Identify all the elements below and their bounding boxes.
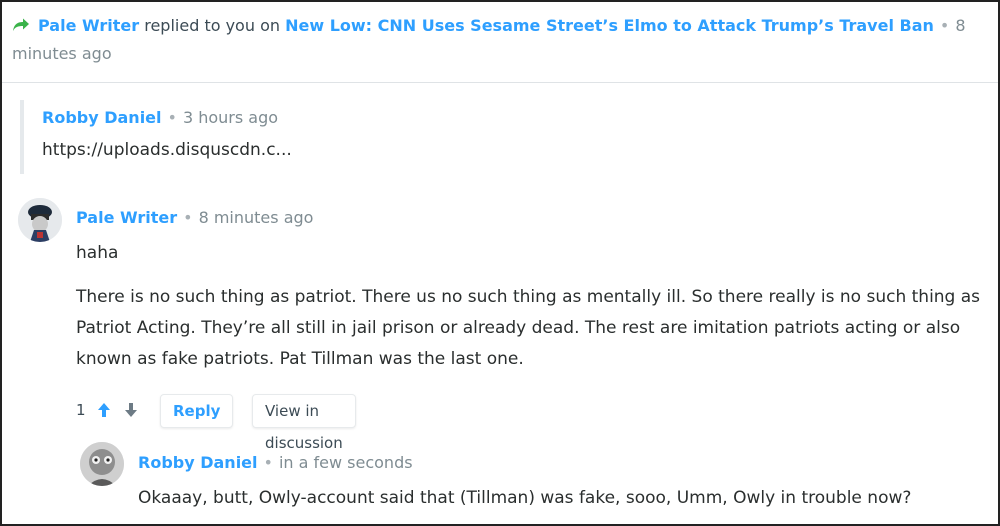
upvote-arrow-icon[interactable] bbox=[96, 401, 112, 419]
comment-time[interactable]: 8 minutes ago bbox=[199, 208, 314, 227]
quoted-comment: Robby Daniel • 3 hours ago https://uploads… bbox=[20, 100, 620, 174]
avatar-pale-writer[interactable] bbox=[18, 198, 62, 242]
comment-first-line: haha bbox=[76, 243, 119, 263]
notification-header: Pale Writer replied to you on New Low: C… bbox=[12, 12, 982, 68]
reply-button[interactable]: Reply bbox=[160, 394, 234, 428]
quoted-text[interactable]: https://uploads.disquscdn.c... bbox=[42, 140, 292, 160]
quoted-meta: Robby Daniel • 3 hours ago bbox=[42, 108, 278, 127]
divider bbox=[2, 82, 998, 83]
draft-reply-time: in a few seconds bbox=[278, 453, 413, 472]
separator-dot: • bbox=[263, 453, 273, 472]
notification-card: Pale Writer replied to you on New Low: C… bbox=[0, 0, 1000, 526]
quoted-author-link[interactable]: Robby Daniel bbox=[42, 108, 162, 127]
vote-controls: 1 bbox=[76, 401, 139, 419]
vote-count: 1 bbox=[76, 401, 86, 419]
draft-reply-meta: Robby Daniel • in a few seconds bbox=[138, 453, 413, 472]
draft-reply-author-link[interactable]: Robby Daniel bbox=[138, 453, 258, 472]
comment-body: There is no such thing as patriot. There… bbox=[76, 287, 981, 369]
notification-action-text: replied to you on bbox=[144, 16, 280, 35]
separator-dot: • bbox=[939, 16, 950, 35]
draft-reply-text: Okaaay, butt, Owly-account said that (Ti… bbox=[138, 488, 912, 508]
view-in-discussion-button[interactable]: View in discussion bbox=[252, 394, 356, 452]
separator-dot: • bbox=[167, 108, 177, 127]
comment-author-link[interactable]: Pale Writer bbox=[76, 208, 177, 227]
separator-dot: • bbox=[183, 208, 193, 227]
notification-user-link[interactable]: Pale Writer bbox=[38, 16, 139, 35]
article-link[interactable]: New Low: CNN Uses Sesame Street’s Elmo t… bbox=[285, 16, 934, 35]
avatar-robby-daniel[interactable] bbox=[80, 442, 124, 486]
downvote-arrow-icon[interactable] bbox=[123, 401, 139, 419]
quoted-time[interactable]: 3 hours ago bbox=[183, 108, 278, 127]
comment-meta: Pale Writer • 8 minutes ago bbox=[76, 208, 313, 227]
reply-arrow-icon bbox=[12, 13, 30, 31]
